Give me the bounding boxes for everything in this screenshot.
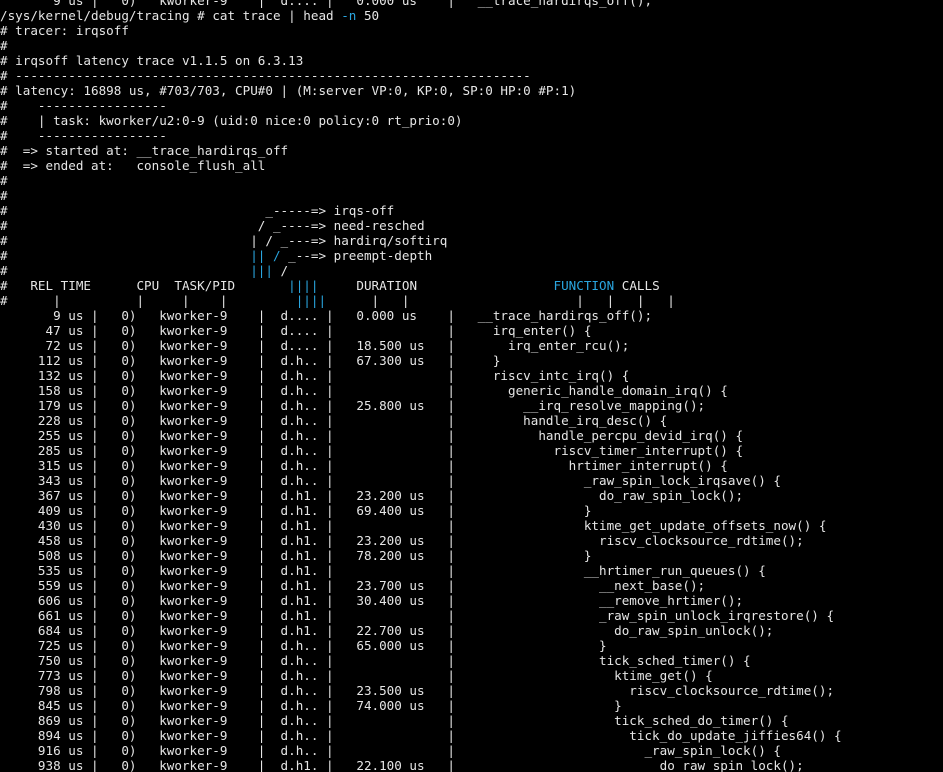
trace-line: 9 us | 0) kworker-9 | d.... | 0.000 us |…	[0, 308, 653, 323]
trace-line: 9 us | 0) kworker-9 | d.... | 0.000 us |…	[0, 0, 653, 8]
trace-line: # => started at: __trace_hardirqs_off	[0, 143, 289, 158]
trace-line: 179 us | 0) kworker-9 | d.h.. | 25.800 u…	[0, 398, 706, 413]
header-text: # REL TIME CPU TASK/PID	[0, 278, 289, 293]
command-flag: -n	[341, 8, 357, 23]
header-text: | | | | | |	[326, 293, 675, 308]
trace-line: 661 us | 0) kworker-9 | d.h1. | | _raw_s…	[0, 608, 835, 623]
trace-line: # -----------------	[0, 98, 167, 113]
header-text: CALLS	[614, 278, 660, 293]
trace-line: 285 us | 0) kworker-9 | d.h.. | | riscv_…	[0, 443, 744, 458]
trace-line: 606 us | 0) kworker-9 | d.h1. | 30.400 u…	[0, 593, 744, 608]
trace-line: 47 us | 0) kworker-9 | d.... | | irq_ent…	[0, 323, 592, 338]
header-text: /	[272, 263, 289, 278]
trace-line: 535 us | 0) kworker-9 | d.h1. | | __hrti…	[0, 563, 766, 578]
trace-line: 894 us | 0) kworker-9 | d.h.. | | tick_d…	[0, 728, 842, 743]
trace-line: # --------------------------------------…	[0, 68, 531, 83]
trace-line: 916 us | 0) kworker-9 | d.h.. | | _raw_s…	[0, 743, 781, 758]
highlight-text: ||||	[295, 293, 327, 308]
highlight-text: FUNCTION	[553, 278, 615, 293]
trace-header-line: # || / _--=> preempt-depth	[0, 248, 943, 263]
header-text: _--=> preempt-depth	[280, 248, 433, 263]
shell-prompt: /sys/kernel/debug/tracing #	[0, 8, 213, 23]
trace-line: 228 us | 0) kworker-9 | d.h.. | | handle…	[0, 413, 668, 428]
trace-line: # irqsoff latency trace v1.1.5 on 6.3.13	[0, 53, 304, 68]
trace-line: #	[0, 173, 8, 188]
trace-header-line: # REL TIME CPU TASK/PID |||| DURATION FU…	[0, 278, 943, 293]
trace-line: # tracer: irqsoff	[0, 23, 129, 38]
highlight-text: |||	[250, 263, 273, 278]
header-text: DURATION	[318, 278, 554, 293]
trace-line: # latency: 16898 us, #703/703, CPU#0 | (…	[0, 83, 577, 98]
trace-line: #	[0, 38, 8, 53]
trace-line: 158 us | 0) kworker-9 | d.h.. | | generi…	[0, 383, 728, 398]
command-arg: 50	[356, 8, 380, 23]
trace-line: 773 us | 0) kworker-9 | d.h.. | | ktime_…	[0, 668, 713, 683]
terminal-window[interactable]: 9 us | 0) kworker-9 | d.... | 0.000 us |…	[0, 0, 943, 772]
trace-line: 869 us | 0) kworker-9 | d.h.. | | tick_s…	[0, 713, 789, 728]
command-text: cat trace | head	[212, 8, 342, 23]
trace-line: #	[0, 188, 8, 203]
header-text: # | | | |	[0, 293, 296, 308]
command-line: /sys/kernel/debug/tracing # cat trace | …	[0, 8, 943, 23]
trace-line: 845 us | 0) kworker-9 | d.h.. | 74.000 u…	[0, 698, 622, 713]
trace-line: 255 us | 0) kworker-9 | d.h.. | | handle…	[0, 428, 744, 443]
trace-line: 798 us | 0) kworker-9 | d.h.. | 23.500 u…	[0, 683, 835, 698]
trace-line: # | / _---=> hardirq/softirq	[0, 233, 448, 248]
trace-header-line: # | | | | |||| | | | | | |	[0, 293, 943, 308]
terminal-output: 9 us | 0) kworker-9 | d.... | 0.000 us |…	[0, 0, 943, 772]
trace-line: 132 us | 0) kworker-9 | d.h.. | | riscv_…	[0, 368, 630, 383]
trace-line: 112 us | 0) kworker-9 | d.h.. | 67.300 u…	[0, 353, 501, 368]
trace-line: # -----------------	[0, 128, 167, 143]
trace-line: 409 us | 0) kworker-9 | d.h1. | 69.400 u…	[0, 503, 592, 518]
trace-line: # => ended at: console_flush_all	[0, 158, 266, 173]
trace-line: 508 us | 0) kworker-9 | d.h1. | 78.200 u…	[0, 548, 592, 563]
trace-line: 559 us | 0) kworker-9 | d.h1. | 23.700 u…	[0, 578, 706, 593]
trace-line: 315 us | 0) kworker-9 | d.h.. | | hrtime…	[0, 458, 728, 473]
trace-line: 430 us | 0) kworker-9 | d.h1. | | ktime_…	[0, 518, 827, 533]
trace-line: 725 us | 0) kworker-9 | d.h.. | 65.000 u…	[0, 638, 607, 653]
trace-line: 458 us | 0) kworker-9 | d.h1. | 23.200 u…	[0, 533, 804, 548]
trace-line: # / _----=> need-resched	[0, 218, 425, 233]
trace-line: 684 us | 0) kworker-9 | d.h1. | 22.700 u…	[0, 623, 774, 638]
highlight-text: || /	[250, 248, 281, 263]
trace-line: 343 us | 0) kworker-9 | d.h.. | | _raw_s…	[0, 473, 781, 488]
trace-line: 72 us | 0) kworker-9 | d.... | 18.500 us…	[0, 338, 630, 353]
trace-line: # | task: kworker/u2:0-9 (uid:0 nice:0 p…	[0, 113, 463, 128]
trace-line: 750 us | 0) kworker-9 | d.h.. | | tick_s…	[0, 653, 751, 668]
highlight-text: ||||	[288, 278, 319, 293]
header-text: #	[0, 248, 251, 263]
trace-line: 367 us | 0) kworker-9 | d.h1. | 23.200 u…	[0, 488, 744, 503]
trace-line: # _-----=> irqs-off	[0, 203, 395, 218]
header-text: #	[0, 263, 251, 278]
trace-line: 938 us | 0) kworker-9 | d.h1. | 22.100 u…	[0, 758, 804, 772]
trace-header-line: # ||| /	[0, 263, 943, 278]
